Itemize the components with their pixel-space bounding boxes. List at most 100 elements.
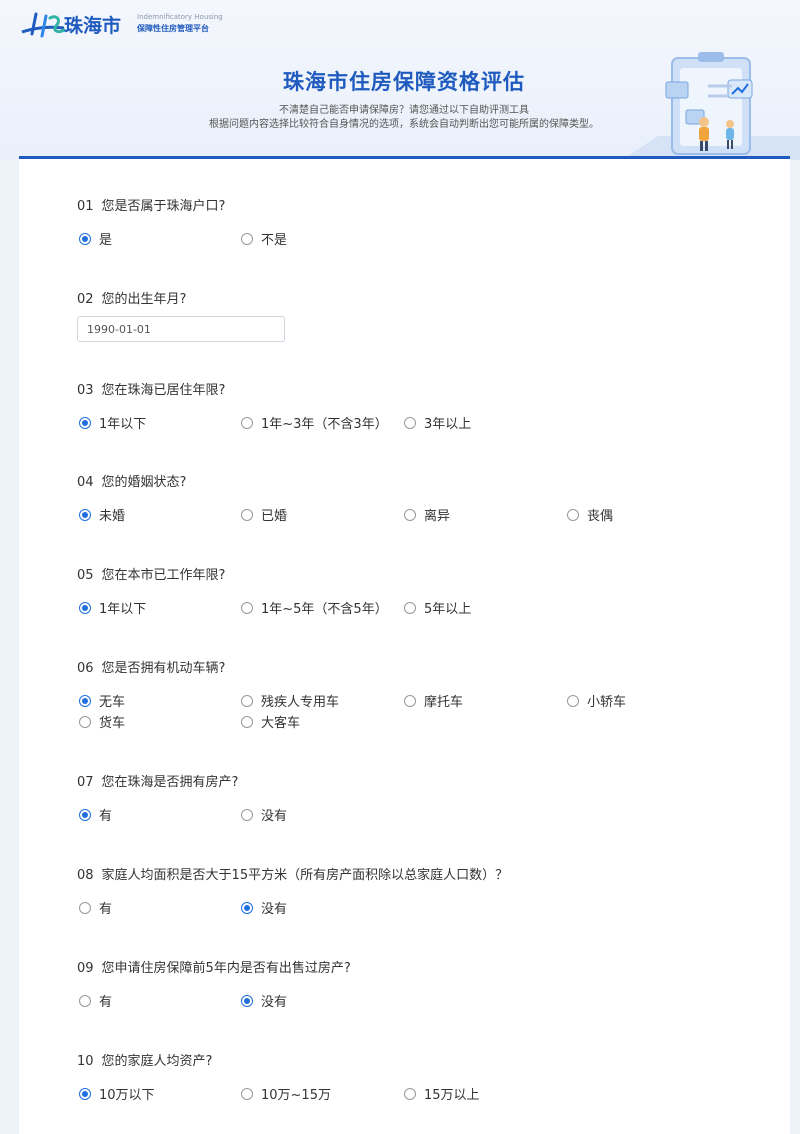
radio-icon[interactable] (404, 508, 416, 521)
question-text: 家庭人均面积是否大于15平方米（所有房产面积除以总家庭人口数）？ (101, 868, 509, 883)
question-number: 10 (77, 1054, 94, 1069)
question-04-option-4[interactable]: 丧偶 (567, 505, 613, 524)
radio-icon[interactable] (404, 1087, 416, 1100)
question-03-option-2[interactable]: 1年~3年（不含3年） (241, 413, 388, 432)
question-text: 您在珠海是否拥有房产? (101, 775, 239, 790)
radio-icon[interactable] (79, 694, 91, 707)
radio-icon[interactable] (241, 232, 253, 245)
question-09-option-1[interactable]: 有 (79, 991, 112, 1010)
radio-icon[interactable] (79, 232, 91, 245)
question-06-option-5[interactable]: 货车 (79, 712, 125, 731)
logo-title: 珠海市 (64, 15, 122, 37)
option-label: 5年以上 (424, 602, 472, 617)
radio-icon[interactable] (241, 1087, 253, 1100)
question-04-option-2[interactable]: 已婚 (241, 505, 287, 524)
option-label: 1年~3年（不含3年） (261, 417, 388, 432)
clipboard-illustration-icon (628, 52, 800, 160)
question-01-option-2[interactable]: 不是 (241, 229, 287, 248)
radio-icon[interactable] (404, 694, 416, 707)
option-label: 没有 (261, 902, 288, 917)
radio-icon[interactable] (79, 508, 91, 521)
question-number: 05 (77, 568, 94, 583)
question-01-title: 01 您是否属于珠海户口? (77, 195, 225, 214)
radio-icon[interactable] (567, 508, 579, 521)
radio-icon[interactable] (241, 508, 253, 521)
option-label: 无车 (99, 695, 126, 710)
assessment-form: 01 您是否属于珠海户口? 是 不是 02 您的出生年月? 03 您在珠海已居住年限? 1年以下… (19, 156, 790, 1134)
option-label: 没有 (261, 809, 288, 824)
question-number: 07 (77, 775, 94, 790)
radio-icon[interactable] (241, 808, 253, 821)
question-01-option-1[interactable]: 是 (79, 229, 112, 248)
option-label: 10万~15万 (261, 1088, 331, 1103)
radio-icon[interactable] (79, 416, 91, 429)
radio-icon[interactable] (241, 901, 253, 914)
radio-icon[interactable] (241, 715, 253, 728)
option-label: 离异 (424, 509, 451, 524)
radio-icon[interactable] (567, 694, 579, 707)
option-label: 已婚 (261, 509, 288, 524)
option-label: 10万以下 (99, 1088, 155, 1103)
question-06-option-1[interactable]: 无车 (79, 691, 125, 710)
question-number: 04 (77, 475, 94, 490)
radio-icon[interactable] (79, 601, 91, 614)
question-06-option-6[interactable]: 大客车 (241, 712, 300, 731)
question-07-option-2[interactable]: 没有 (241, 805, 287, 824)
logo-subtitle-en: Indemnificatory Housing (137, 13, 223, 21)
question-text: 您的出生年月? (101, 292, 187, 307)
radio-icon[interactable] (241, 994, 253, 1007)
option-label: 有 (99, 902, 113, 917)
birth-date-input[interactable] (77, 316, 285, 342)
question-04-title: 04 您的婚姻状态? (77, 471, 186, 490)
option-label: 有 (99, 995, 113, 1010)
logo-subtitle-cn: 保障性住房管理平台 (137, 24, 209, 33)
radio-icon[interactable] (79, 1087, 91, 1100)
radio-icon[interactable] (79, 715, 91, 728)
option-label: 小轿车 (587, 695, 627, 710)
question-10-title: 10 您的家庭人均资产? (77, 1050, 212, 1069)
option-label: 未婚 (99, 509, 126, 524)
radio-icon[interactable] (404, 601, 416, 614)
option-label: 货车 (99, 716, 126, 731)
question-08-option-2[interactable]: 没有 (241, 898, 287, 917)
option-label: 不是 (261, 233, 288, 248)
page-header: 珠海市 Indemnificatory Housing 保障性住房管理平台 珠海… (0, 0, 800, 160)
question-05-option-3[interactable]: 5年以上 (404, 598, 471, 617)
radio-icon[interactable] (241, 601, 253, 614)
question-08-option-1[interactable]: 有 (79, 898, 112, 917)
option-label: 大客车 (261, 716, 301, 731)
radio-icon[interactable] (79, 901, 91, 914)
option-label: 3年以上 (424, 417, 472, 432)
question-number: 02 (77, 292, 94, 307)
question-text: 您的婚姻状态? (101, 475, 187, 490)
option-label: 1年以下 (99, 417, 147, 432)
radio-icon[interactable] (79, 994, 91, 1007)
question-03-option-3[interactable]: 3年以上 (404, 413, 471, 432)
question-05-option-2[interactable]: 1年~5年（不含5年） (241, 598, 388, 617)
question-10-option-3[interactable]: 15万以上 (404, 1084, 480, 1103)
question-03-option-1[interactable]: 1年以下 (79, 413, 146, 432)
question-06-option-2[interactable]: 残疾人专用车 (241, 691, 339, 710)
question-04-option-3[interactable]: 离异 (404, 505, 450, 524)
option-label: 没有 (261, 995, 288, 1010)
radio-icon[interactable] (404, 416, 416, 429)
question-04-option-1[interactable]: 未婚 (79, 505, 125, 524)
question-text: 您申请住房保障前5年内是否有出售过房产? (101, 961, 351, 976)
question-07-option-1[interactable]: 有 (79, 805, 112, 824)
question-09-title: 09 您申请住房保障前5年内是否有出售过房产? (77, 957, 351, 976)
question-05-option-1[interactable]: 1年以下 (79, 598, 146, 617)
radio-icon[interactable] (241, 694, 253, 707)
question-text: 您是否属于珠海户口? (101, 199, 226, 214)
radio-icon[interactable] (79, 808, 91, 821)
radio-icon[interactable] (241, 416, 253, 429)
question-text: 您在珠海已居住年限? (101, 383, 226, 398)
question-06-option-3[interactable]: 摩托车 (404, 691, 463, 710)
question-09-option-2[interactable]: 没有 (241, 991, 287, 1010)
option-label: 15万以上 (424, 1088, 480, 1103)
question-10-option-2[interactable]: 10万~15万 (241, 1084, 331, 1103)
question-07-title: 07 您在珠海是否拥有房产? (77, 771, 238, 790)
option-label: 摩托车 (424, 695, 464, 710)
question-06-option-4[interactable]: 小轿车 (567, 691, 626, 710)
question-06-title: 06 您是否拥有机动车辆? (77, 657, 225, 676)
question-10-option-1[interactable]: 10万以下 (79, 1084, 155, 1103)
